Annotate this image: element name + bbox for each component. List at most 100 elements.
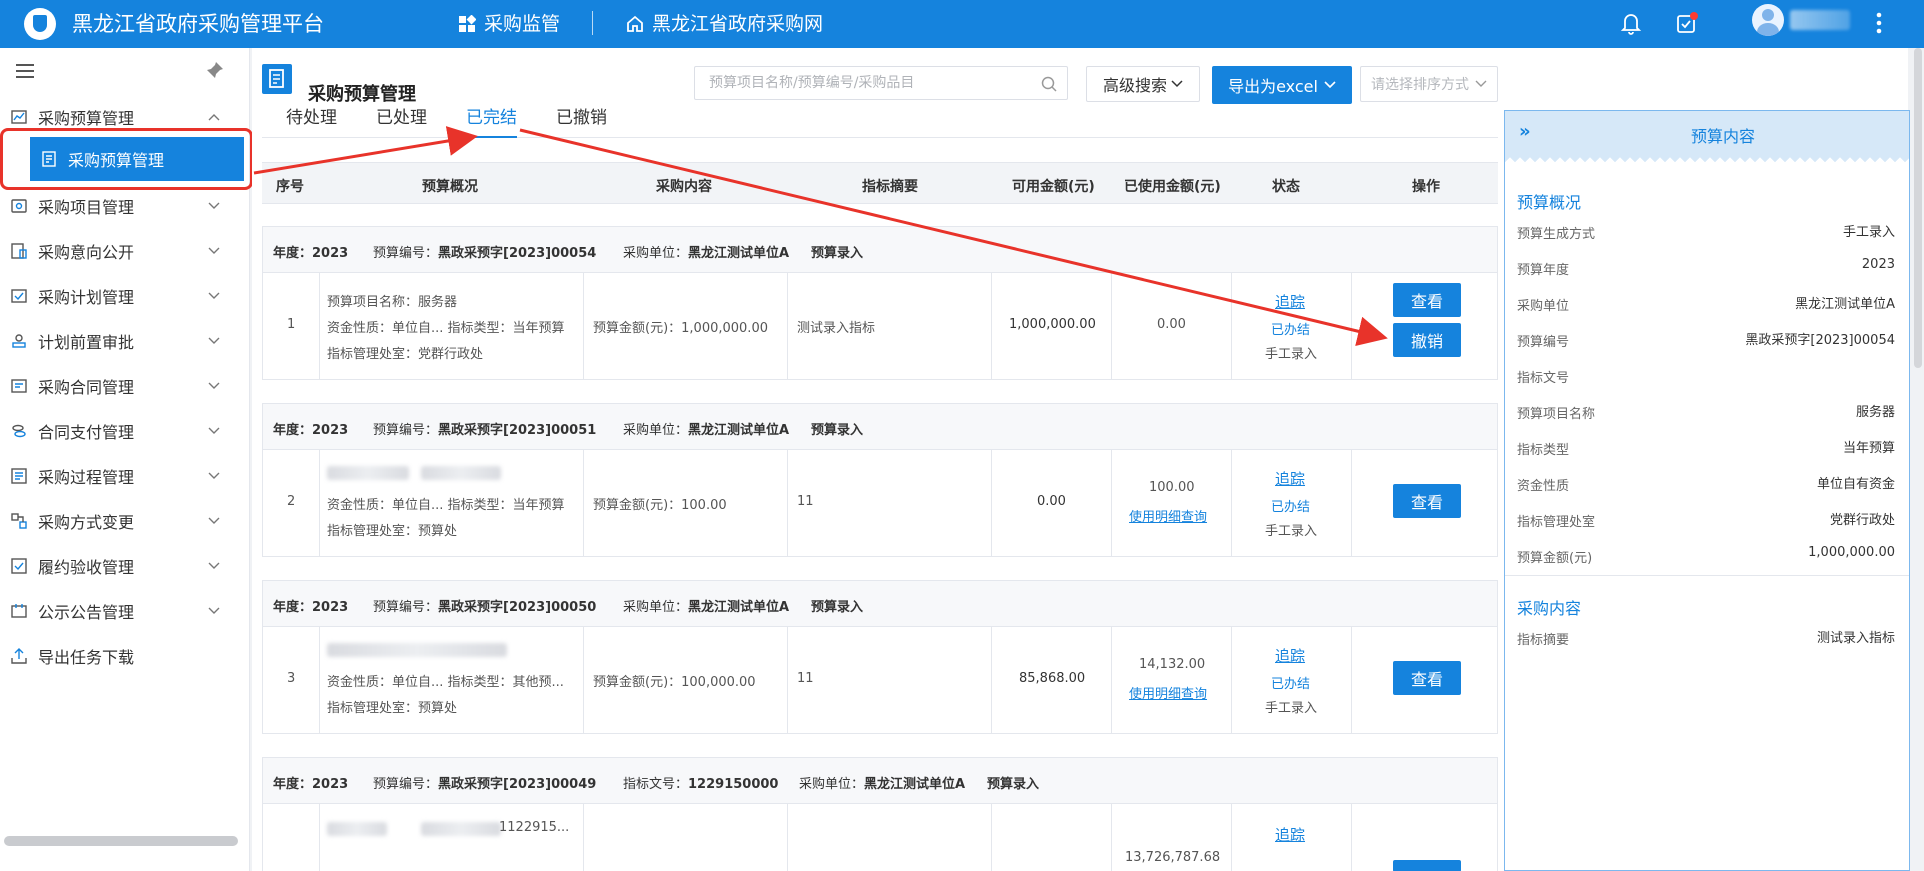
blurred-project-name — [327, 822, 387, 836]
table-header: 序号 预算概况 采购内容 指标摘要 可用金额(元) 已使用金额(元) 状态 操作 — [262, 162, 1498, 204]
chevron-down-icon — [208, 427, 220, 434]
project-icon — [11, 199, 27, 213]
collapse-double-chevron-icon[interactable]: » — [1519, 121, 1531, 142]
record-code: 预算编号：黑政采预字[2023]00050 — [373, 600, 597, 615]
record-unit: 采购单位：黑龙江测试单位A — [623, 246, 790, 261]
chevron-down-icon — [208, 337, 220, 344]
indicator-summary: 11 — [797, 494, 814, 509]
partial-code: 1122915... — [499, 820, 570, 835]
chevron-down-icon — [208, 202, 220, 209]
sidebar-item-label: 采购意向公开 — [38, 243, 135, 262]
usage-detail-link[interactable]: 使用明细查询 — [1129, 683, 1207, 702]
sidebar-item-announcement[interactable]: 公示公告管理 — [0, 589, 250, 633]
field-label: 预算项目名称 — [1517, 407, 1596, 422]
tab-revoked[interactable]: 已撤销 — [556, 104, 607, 138]
annotation-highlight-box — [0, 128, 253, 190]
usage-detail-link[interactable]: 使用明细查询 — [1129, 506, 1207, 525]
sidebar-item-process[interactable]: 采购过程管理 — [0, 454, 250, 498]
sidebar-item-payment[interactable]: 合同支付管理 — [0, 409, 250, 453]
track-link[interactable]: 追踪 — [1275, 291, 1305, 312]
sidebar-item-contract[interactable]: 采购合同管理 — [0, 364, 250, 408]
view-button[interactable]: 查看 — [1393, 661, 1461, 695]
menu-toggle-icon[interactable] — [16, 64, 34, 78]
record-body: 2 资金性质：单位自... 指标类型：当年预算 指标管理处室：预算处 预算金额(… — [263, 450, 1497, 556]
view-button[interactable]: 查看 — [1393, 484, 1461, 518]
detail-panel-title: 预算内容 — [1691, 127, 1756, 146]
search-input[interactable] — [709, 73, 1029, 93]
fund-nature: 资金性质：单位自... 指标类型：当年预算 — [327, 321, 565, 336]
sidebar-item-method-change[interactable]: 采购方式变更 — [0, 499, 250, 543]
platform-logo-icon — [24, 8, 56, 40]
field-label: 采购单位 — [1517, 299, 1570, 314]
section-budget-overview: 预算概况 — [1517, 193, 1582, 212]
page-title-icon — [262, 64, 292, 94]
fund-nature: 资金性质：单位自... 指标类型：其他预... — [327, 675, 564, 690]
record-doc-number: 指标文号：1229150000 — [623, 777, 779, 792]
sidebar-item-intent[interactable]: 采购意向公开 — [0, 229, 250, 273]
more-vertical-icon[interactable] — [1862, 6, 1896, 40]
sidebar-item-acceptance[interactable]: 履约验收管理 — [0, 544, 250, 588]
track-link[interactable]: 追踪 — [1275, 645, 1305, 666]
payment-icon — [12, 424, 26, 438]
sidebar-scrollbar[interactable] — [4, 836, 238, 846]
sidebar-item-label: 采购方式变更 — [38, 513, 135, 532]
budget-record: 年度：2023 预算编号：黑政采预字[2023]00050 采购单位：黑龙江测试… — [262, 580, 1498, 734]
field-label: 指标文号 — [1517, 371, 1570, 386]
pin-icon[interactable] — [206, 61, 224, 79]
username-blurred[interactable] — [1790, 10, 1850, 30]
grid-icon — [459, 15, 476, 32]
chevron-down-icon — [208, 382, 220, 389]
sidebar-item-download[interactable]: 导出任务下载 — [0, 634, 250, 678]
export-excel-button[interactable]: 导出为excel — [1212, 66, 1352, 104]
budget-amount: 预算金额(元)：100.00 — [593, 498, 727, 513]
view-button-partial[interactable] — [1393, 860, 1461, 871]
user-avatar[interactable] — [1752, 4, 1784, 36]
search-icon[interactable] — [1041, 76, 1057, 92]
tab-pending[interactable]: 待处理 — [286, 104, 337, 138]
revoke-button[interactable]: 撤销 — [1393, 323, 1461, 357]
sidebar-item-project[interactable]: 采购项目管理 — [0, 184, 250, 228]
sidebar-item-label: 采购预算管理 — [38, 109, 135, 128]
record-entry: 预算录入 — [811, 246, 864, 261]
record-header: 年度：2023 预算编号：黑政采预字[2023]00054 采购单位：黑龙江测试… — [263, 227, 1497, 273]
budget-project-name: 预算项目名称：服务器 — [327, 295, 458, 310]
export-label: 导出为excel — [1228, 77, 1318, 96]
field-label: 预算编号 — [1517, 335, 1570, 350]
used-amount: 0.00 — [1157, 317, 1186, 332]
tab-processed[interactable]: 已处理 — [376, 104, 427, 138]
budget-detail-panel: » 预算内容 预算概况 预算生成方式 手工录入 预算年度 2023 采购单位 黑… — [1504, 110, 1910, 871]
download-icon — [11, 648, 27, 664]
track-link[interactable]: 追踪 — [1275, 824, 1305, 845]
acceptance-icon — [11, 558, 27, 574]
nav-procurement-website[interactable]: 黑龙江省政府采购网 — [626, 0, 823, 48]
indicator-summary: 测试录入指标 — [797, 321, 876, 336]
record-header: 年度：2023 预算编号：黑政采预字[2023]00051 采购单位：黑龙江测试… — [263, 404, 1497, 450]
tab-completed[interactable]: 已完结 — [466, 104, 517, 138]
record-entry: 预算录入 — [811, 600, 864, 615]
col-available-amount: 可用金额(元) — [1012, 179, 1095, 195]
track-link[interactable]: 追踪 — [1275, 468, 1305, 489]
col-status: 状态 — [1272, 179, 1300, 195]
indicator-summary: 11 — [797, 671, 814, 686]
bell-icon[interactable] — [1614, 6, 1648, 40]
chevron-down-icon — [1324, 81, 1336, 89]
search-box[interactable] — [694, 66, 1068, 100]
view-button[interactable]: 查看 — [1393, 283, 1461, 317]
sidebar-item-plan[interactable]: 采购计划管理 — [0, 274, 250, 318]
col-indicator-summary: 指标摘要 — [862, 179, 918, 195]
sidebar-item-label: 导出任务下载 — [38, 648, 135, 667]
task-checklist-icon[interactable] — [1670, 6, 1704, 40]
field-label: 指标管理处室 — [1517, 515, 1596, 530]
field-label: 资金性质 — [1517, 479, 1570, 494]
used-amount: 100.00 — [1149, 480, 1195, 495]
nav-website-label: 黑龙江省政府采购网 — [652, 13, 824, 35]
sidebar-item-approval[interactable]: 计划前置审批 — [0, 319, 250, 363]
record-year: 年度：2023 — [273, 246, 349, 261]
contract-icon — [11, 379, 27, 393]
nav-procurement-supervision[interactable]: 采购监管 — [458, 0, 560, 48]
sort-select[interactable]: 请选择排序方式 — [1360, 66, 1498, 102]
page-scrollbar[interactable] — [1914, 48, 1922, 368]
advanced-search-button[interactable]: 高级搜索 — [1086, 66, 1200, 102]
sidebar-item-label: 合同支付管理 — [38, 423, 135, 442]
intent-icon — [11, 243, 27, 259]
